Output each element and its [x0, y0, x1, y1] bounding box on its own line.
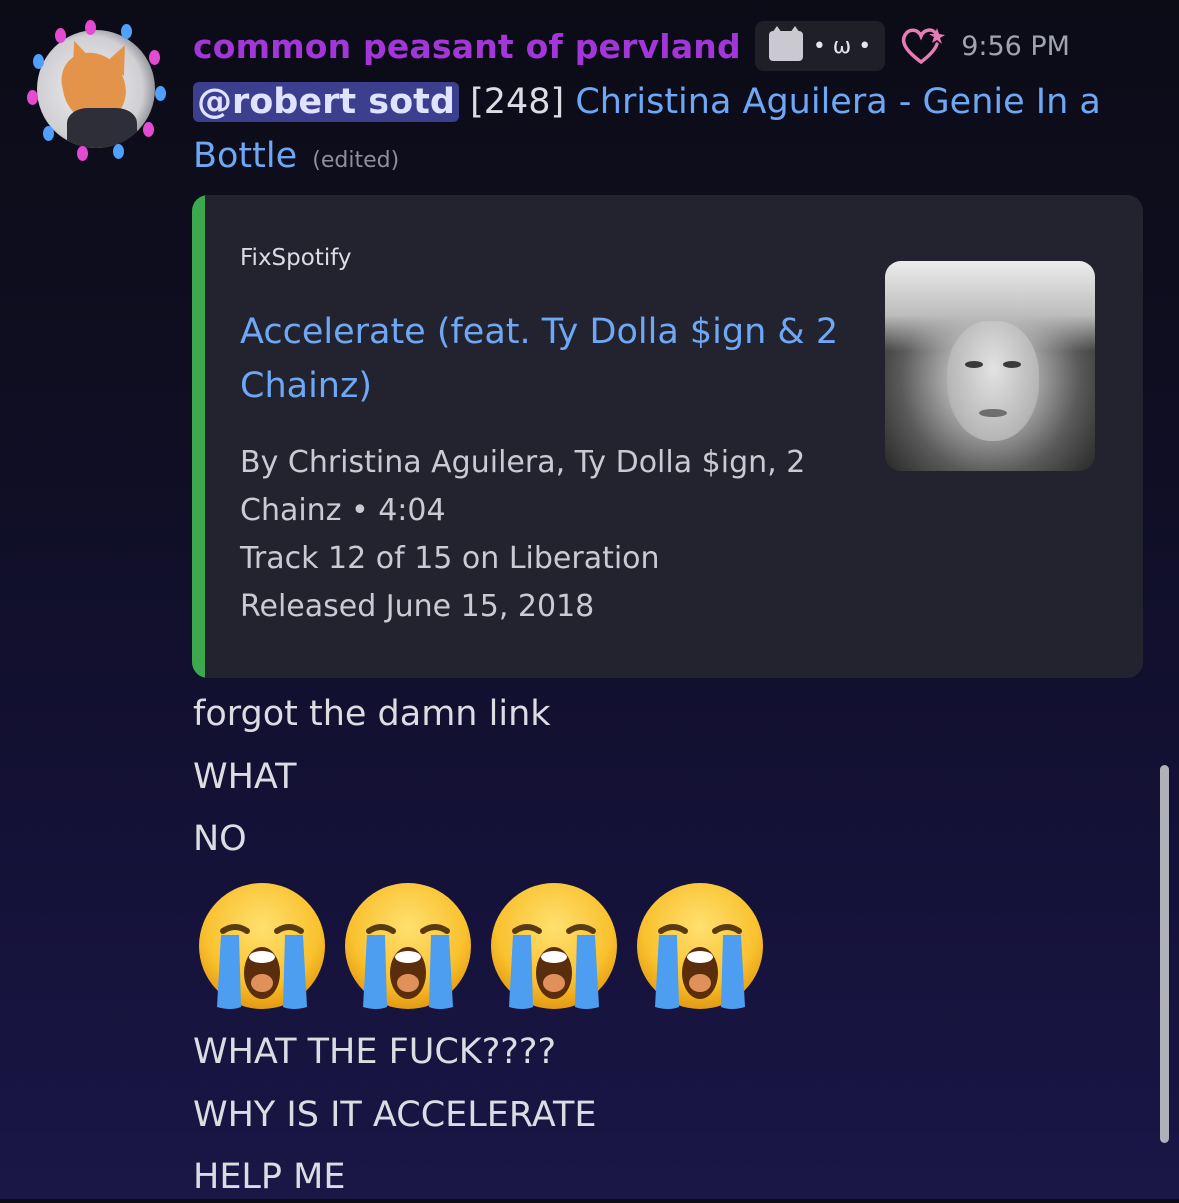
message-text: WHAT THE FUCK???? [193, 1032, 557, 1072]
scrollbar[interactable] [1160, 765, 1169, 1143]
entry-number: [248] [470, 82, 565, 122]
embed-provider[interactable]: FixSpotify [240, 245, 352, 271]
message-text: WHY IS IT ACCELERATE [193, 1095, 597, 1135]
embed-accent-bar [192, 195, 205, 678]
song-link-continued[interactable]: Bottle [193, 136, 297, 176]
message-text: NO [193, 819, 247, 859]
message-text: forgot the damn link [193, 694, 551, 734]
message-header: common peasant of pervland • ω • 9:56 PM [193, 21, 1070, 71]
loudly-crying-face-icon [491, 883, 617, 1009]
username[interactable]: common peasant of pervland [193, 27, 741, 66]
message-text: HELP ME [193, 1157, 346, 1197]
song-link[interactable]: Christina Aguilera - Genie In a [575, 82, 1101, 122]
message-timestamp: 9:56 PM [961, 30, 1070, 62]
message-content-line1: @robert sotd [248] Christina Aguilera - … [193, 76, 1101, 128]
heart-sparkle-icon [902, 28, 946, 64]
user-tag[interactable]: • ω • [754, 21, 886, 71]
user-avatar[interactable] [25, 18, 167, 161]
emoji-message [195, 879, 767, 1015]
avatar-image [37, 30, 155, 148]
embed-description: By Christina Aguilera, Ty Dolla $ign, 2 … [240, 439, 840, 631]
user-mention[interactable]: @robert sotd [193, 82, 459, 122]
embed-description-line: Released June 15, 2018 [240, 589, 595, 624]
embed-description-line: Chainz • 4:04 [240, 493, 446, 528]
pixel-cat-icon [768, 26, 803, 61]
loudly-crying-face-icon [199, 883, 325, 1009]
edited-label: (edited) [312, 148, 400, 173]
user-tag-text: • ω • [812, 33, 872, 59]
embed-description-line: Track 12 of 15 on Liberation [240, 541, 660, 576]
embed-description-line: By Christina Aguilera, Ty Dolla $ign, 2 [240, 445, 806, 480]
loudly-crying-face-icon [345, 883, 471, 1009]
message-content-line2: Bottle (edited) [193, 130, 399, 187]
message-text: WHAT [193, 757, 297, 797]
link-embed: FixSpotify Accelerate (feat. Ty Dolla $i… [192, 195, 1143, 678]
embed-thumbnail[interactable] [885, 261, 1095, 471]
embed-title[interactable]: Accelerate (feat. Ty Dolla $ign & 2 Chai… [240, 305, 860, 413]
loudly-crying-face-icon [637, 883, 763, 1009]
